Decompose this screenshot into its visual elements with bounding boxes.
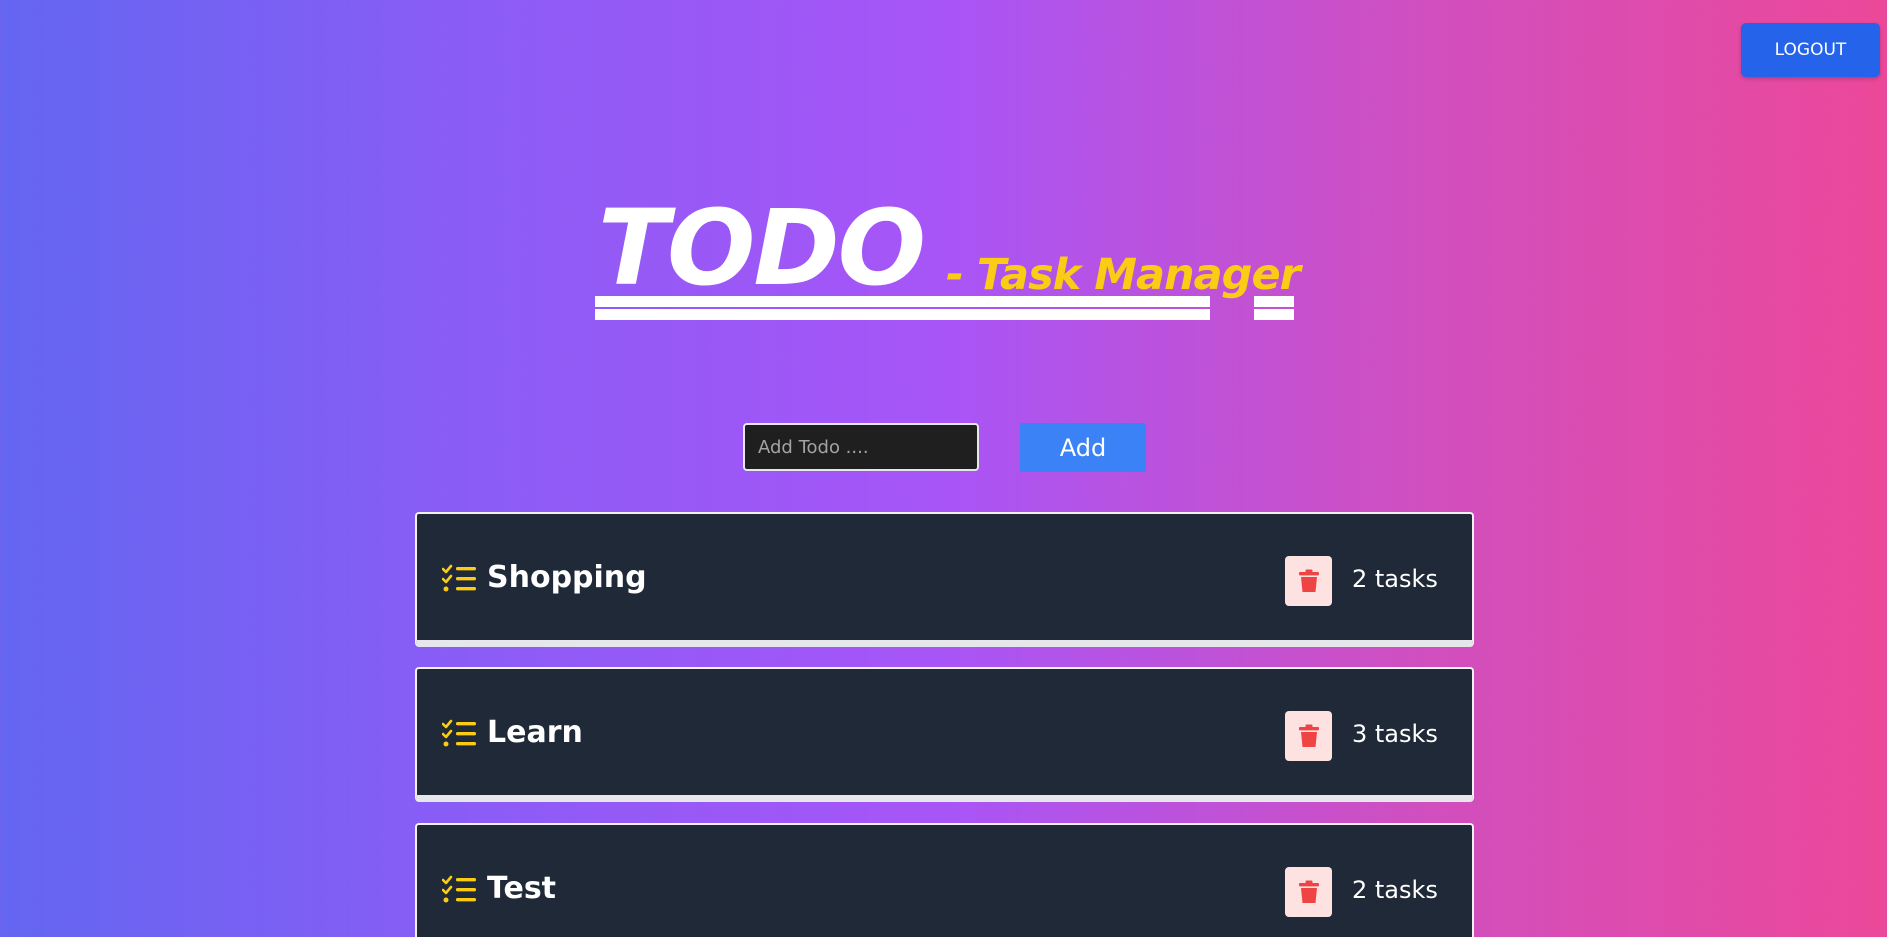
delete-button[interactable] (1285, 711, 1332, 761)
delete-button[interactable] (1285, 867, 1332, 917)
subtitle-underline (1254, 296, 1294, 307)
add-todo-input[interactable] (743, 423, 979, 471)
trash-icon (1298, 569, 1319, 592)
title-underline (595, 296, 946, 307)
page-title: TODO (598, 187, 926, 309)
todo-card[interactable]: Learn 3 tasks (415, 667, 1474, 802)
task-count: 2 tasks (1352, 876, 1438, 904)
add-button[interactable]: Add (1020, 423, 1146, 472)
delete-button[interactable] (1285, 556, 1332, 606)
trash-icon (1298, 880, 1319, 903)
todo-title: Test (487, 871, 557, 906)
logout-button[interactable]: LOGOUT (1741, 23, 1880, 77)
page-subtitle: - Task Manager (946, 250, 1301, 300)
subtitle-underline (946, 296, 1210, 307)
todo-card[interactable]: Test 2 tasks (415, 823, 1474, 937)
trash-icon (1298, 724, 1319, 747)
todo-title: Learn (487, 715, 583, 750)
checklist-icon (441, 875, 476, 903)
hero-heading: TODO - Task Manager (594, 187, 1301, 328)
task-count: 3 tasks (1352, 720, 1438, 748)
subtitle-underline (1254, 309, 1294, 320)
todo-card[interactable]: Shopping 2 tasks (415, 512, 1474, 647)
task-count: 2 tasks (1352, 565, 1438, 593)
title-underline (595, 309, 946, 320)
todo-title: Shopping (487, 560, 647, 595)
subtitle-underline (946, 309, 1210, 320)
checklist-icon (441, 719, 476, 747)
checklist-icon (441, 564, 476, 592)
